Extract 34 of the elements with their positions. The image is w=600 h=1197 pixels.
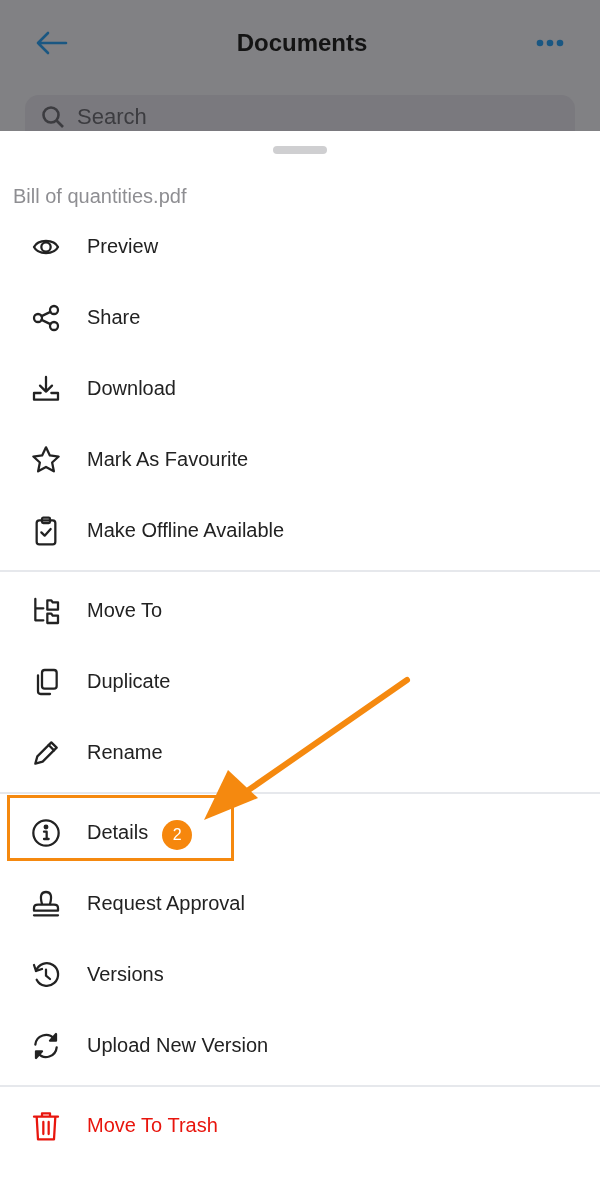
- menu-label: Versions: [87, 963, 164, 986]
- menu-label: Share: [87, 306, 141, 329]
- menu-label: Download: [87, 377, 176, 400]
- menu-item[interactable]: Duplicate: [0, 646, 600, 717]
- screen-title: Documents: [236, 29, 368, 57]
- menu-label: Mark As Favourite: [87, 448, 249, 471]
- menu-item[interactable]: Download: [0, 353, 600, 424]
- menu-label: Duplicate: [87, 670, 171, 693]
- menu-label: Upload New Version: [87, 1034, 269, 1057]
- trash-icon: [30, 1109, 62, 1142]
- step-badge: 2: [162, 819, 193, 850]
- menu-item[interactable]: Rename: [0, 717, 600, 788]
- menu-item[interactable]: Move To: [0, 575, 600, 646]
- menu-label: Preview: [87, 235, 159, 258]
- menu-label: Move To: [87, 599, 163, 622]
- menu-item[interactable]: Request Approval: [0, 868, 600, 939]
- menu-label: Make Offline Available: [87, 519, 285, 542]
- menu-item[interactable]: Mark As Favourite: [0, 424, 600, 495]
- info-icon: [30, 816, 62, 849]
- menu-item[interactable]: Move To Trash: [0, 1090, 600, 1161]
- menu-item[interactable]: Make Offline Available: [0, 495, 600, 566]
- search-icon: [41, 105, 65, 129]
- menu-item[interactable]: Upload New Version: [0, 1010, 600, 1081]
- menu-item[interactable]: Versions: [0, 939, 600, 1010]
- menu-label: Rename: [87, 741, 163, 764]
- menu-item[interactable]: Share: [0, 282, 600, 353]
- back-arrow-icon[interactable]: [36, 31, 68, 55]
- more-icon[interactable]: [536, 39, 564, 47]
- menu-item[interactable]: Preview: [0, 211, 600, 282]
- menu-label: Details: [87, 821, 149, 844]
- menu-label: Request Approval: [87, 892, 245, 915]
- menu-label: Move To Trash: [87, 1114, 218, 1137]
- drag-handle[interactable]: [273, 146, 327, 154]
- file-name: Bill of quantities.pdf: [13, 184, 187, 208]
